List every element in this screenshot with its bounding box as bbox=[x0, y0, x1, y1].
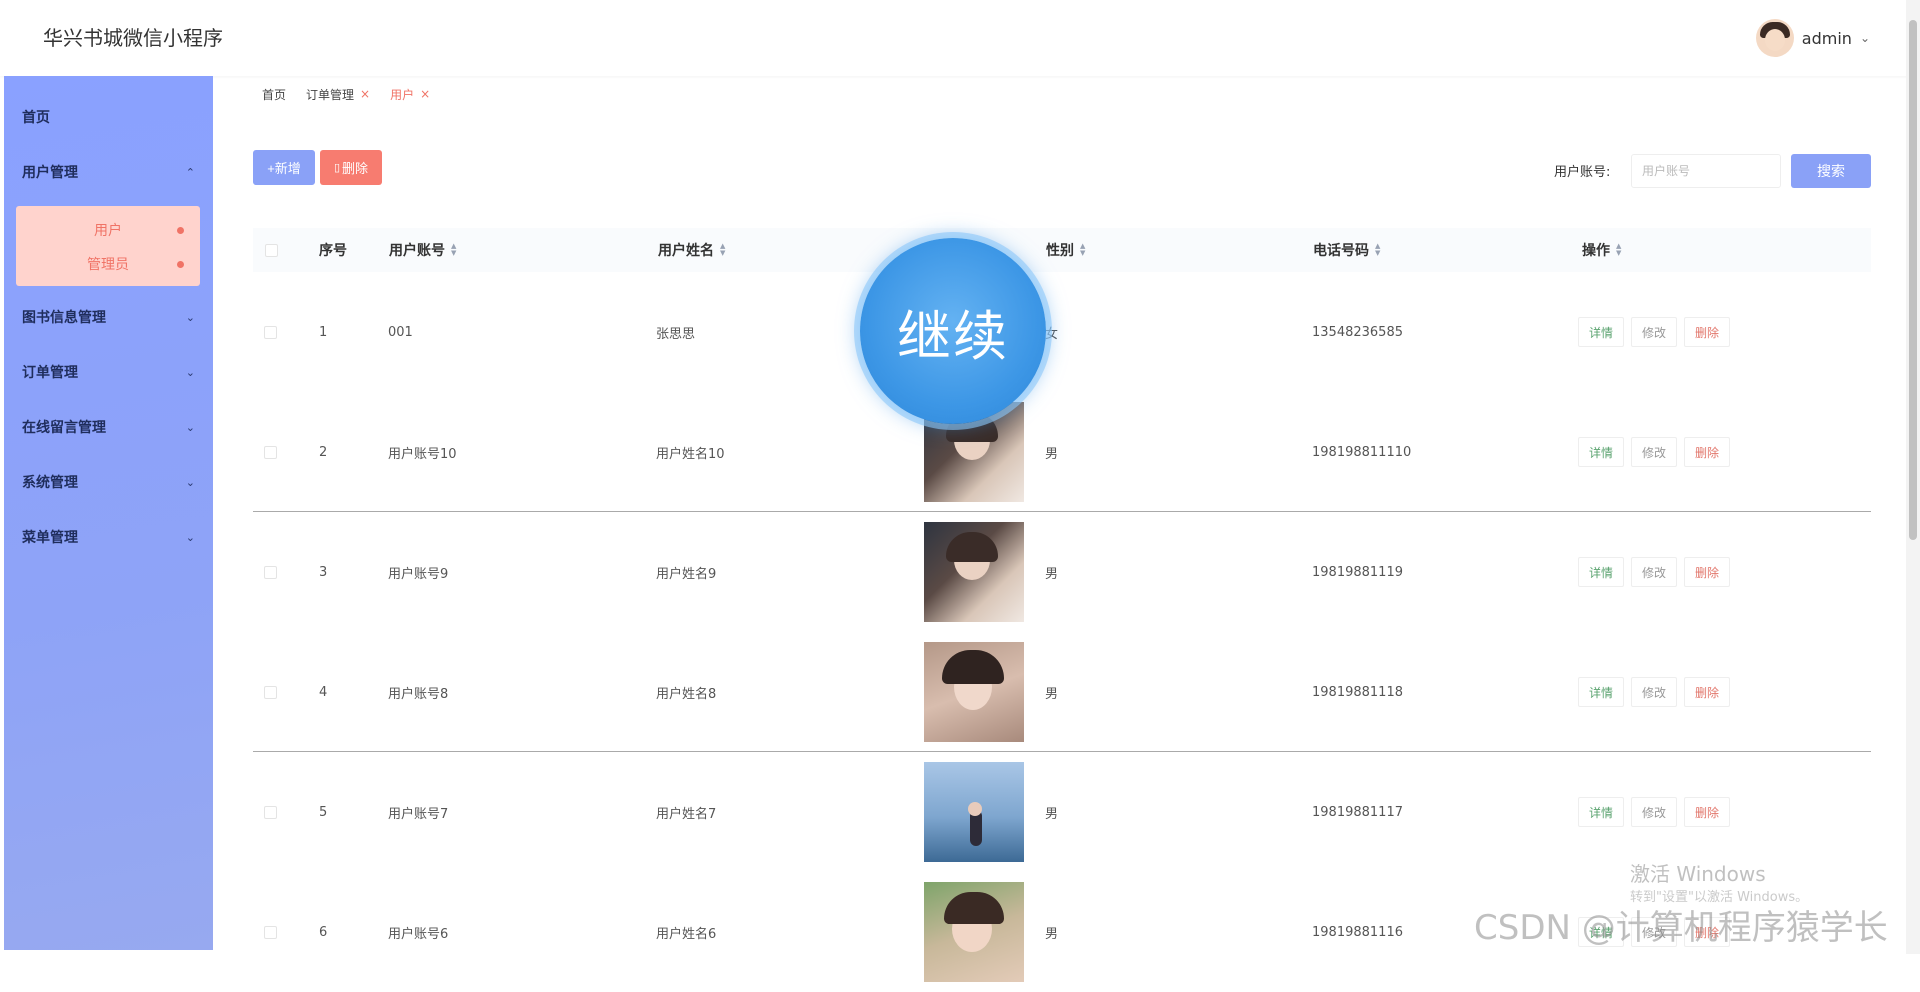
tab-home[interactable]: 首页 bbox=[262, 86, 286, 103]
table-header: 序号 用户账号▲▼ 用户姓名▲▼ 头像▲▼ 性别▲▼ 电话号码▲▼ 操作▲▼ bbox=[253, 228, 1871, 272]
sort-icon[interactable]: ▲▼ bbox=[720, 243, 725, 257]
edit-button[interactable]: 修改 bbox=[1631, 557, 1678, 587]
header-gender[interactable]: 性别 ▲ ▼ bbox=[1046, 228, 1085, 272]
avatar bbox=[1755, 19, 1794, 57]
detail-button[interactable]: 详情 bbox=[1578, 317, 1625, 347]
edit-button[interactable]: 修改 bbox=[1631, 677, 1678, 707]
username: admin bbox=[1801, 28, 1852, 48]
sort-icon[interactable]: ▲▼ bbox=[1375, 243, 1380, 257]
sidebar-item-system-management[interactable]: 系统管理 ⌄ bbox=[22, 467, 195, 497]
sidebar-item-menu-management[interactable]: 菜单管理 ⌄ bbox=[22, 522, 195, 552]
windows-activation-watermark: 激活 Windows bbox=[1630, 862, 1766, 886]
delete-button[interactable]: ▯ 删除 bbox=[320, 150, 382, 185]
close-icon[interactable]: × bbox=[420, 87, 430, 101]
chevron-down-icon: ⌄ bbox=[185, 365, 195, 379]
chevron-down-icon: ⌄ bbox=[185, 530, 195, 544]
search-label: 用户账号: bbox=[1554, 165, 1611, 180]
header-name[interactable]: 用户姓名 ▲ ▼ bbox=[658, 228, 725, 272]
sort-icon[interactable]: ▲▼ bbox=[451, 243, 456, 257]
table-row: 2 用户账号10 用户姓名10 男 198198811110 详情 修改 删除 bbox=[253, 392, 1871, 512]
table-row: 1 001 张思思 女 13548236585 详情 修改 删除 bbox=[253, 272, 1871, 392]
table-row: 4 用户账号8 用户姓名8 男 19819881118 详情 修改 删除 bbox=[253, 632, 1871, 752]
submenu-item-user[interactable]: 用户 bbox=[16, 214, 200, 246]
tab-bar: 首页 订单管理 × 用户 × bbox=[262, 84, 430, 104]
detail-button[interactable]: 详情 bbox=[1578, 557, 1625, 587]
sidebar-item-message-management[interactable]: 在线留言管理 ⌄ bbox=[22, 412, 195, 442]
delete-row-button[interactable]: 删除 bbox=[1684, 317, 1731, 347]
edit-button[interactable]: 修改 bbox=[1631, 437, 1678, 467]
chevron-down-icon: ⌄ bbox=[185, 420, 195, 434]
user-table: 序号 用户账号▲▼ 用户姓名▲▼ 头像▲▼ 性别▲▼ 电话号码▲▼ 操作▲▼ 1… bbox=[253, 228, 1871, 982]
header-actions[interactable]: 操作 ▲ ▼ bbox=[1582, 228, 1621, 272]
row-checkbox[interactable] bbox=[264, 805, 277, 819]
tab-order-management[interactable]: 订单管理 × bbox=[306, 86, 370, 103]
row-checkbox[interactable] bbox=[264, 325, 277, 339]
avatar-photo bbox=[924, 762, 1024, 862]
detail-button[interactable]: 详情 bbox=[1578, 797, 1625, 827]
chevron-down-icon: ⌄ bbox=[185, 475, 195, 489]
dot-icon bbox=[177, 261, 184, 268]
sort-icon[interactable]: ▲▼ bbox=[1080, 243, 1085, 257]
search-button[interactable]: 搜索 bbox=[1791, 154, 1871, 188]
sidebar-item-order-management[interactable]: 订单管理 ⌄ bbox=[22, 357, 195, 387]
user-menu[interactable]: admin ⌄ bbox=[1755, 19, 1870, 57]
sort-icon[interactable]: ▲▼ bbox=[1616, 243, 1621, 257]
table-row: 3 用户账号9 用户姓名9 男 19819881119 详情 修改 删除 bbox=[253, 512, 1871, 632]
header-account[interactable]: 用户账号 ▲ ▼ bbox=[389, 228, 456, 272]
detail-button[interactable]: 详情 bbox=[1578, 677, 1625, 707]
chevron-down-icon: ⌄ bbox=[185, 310, 195, 324]
row-checkbox[interactable] bbox=[264, 685, 277, 699]
row-checkbox[interactable] bbox=[264, 925, 277, 939]
row-checkbox[interactable] bbox=[264, 445, 277, 459]
trash-icon: ▯ bbox=[333, 162, 341, 174]
edit-button[interactable]: 修改 bbox=[1631, 317, 1678, 347]
close-icon[interactable]: × bbox=[360, 87, 370, 101]
add-button[interactable]: +新增 bbox=[253, 150, 315, 185]
continue-overlay-button[interactable]: 继续 bbox=[860, 238, 1046, 424]
sidebar-item-user-management[interactable]: 用户管理 ⌃ bbox=[22, 157, 195, 187]
avatar-photo bbox=[924, 642, 1024, 742]
dot-icon bbox=[177, 227, 184, 234]
delete-row-button[interactable]: 删除 bbox=[1684, 677, 1731, 707]
sidebar-item-book-management[interactable]: 图书信息管理 ⌄ bbox=[22, 302, 195, 332]
sidebar-item-home[interactable]: 首页 bbox=[22, 102, 195, 132]
scrollbar-thumb[interactable] bbox=[1909, 20, 1917, 540]
chevron-down-icon: ⌄ bbox=[1859, 31, 1870, 45]
select-all-checkbox[interactable] bbox=[265, 228, 278, 272]
search-input[interactable] bbox=[1631, 154, 1781, 188]
tab-user[interactable]: 用户 × bbox=[390, 86, 430, 103]
delete-row-button[interactable]: 删除 bbox=[1684, 797, 1731, 827]
delete-row-button[interactable]: 删除 bbox=[1684, 437, 1731, 467]
app-title: 华兴书城微信小程序 bbox=[43, 26, 223, 50]
vertical-scrollbar[interactable] bbox=[1906, 0, 1920, 954]
csdn-watermark: CSDN @计算机程序猿学长 bbox=[1474, 908, 1888, 948]
edit-button[interactable]: 修改 bbox=[1631, 797, 1678, 827]
top-bar: 华兴书城微信小程序 admin ⌄ bbox=[0, 0, 1920, 76]
header-no: 序号 bbox=[319, 243, 347, 259]
chevron-up-icon: ⌃ bbox=[185, 165, 195, 179]
avatar-photo bbox=[924, 522, 1024, 622]
submenu-item-admin[interactable]: 管理员 bbox=[16, 248, 200, 280]
row-checkbox[interactable] bbox=[264, 565, 277, 579]
header-phone[interactable]: 电话号码 ▲ ▼ bbox=[1313, 228, 1380, 272]
avatar-photo bbox=[924, 882, 1024, 982]
table-row: 5 用户账号7 用户姓名7 男 19819881117 详情 修改 删除 bbox=[253, 752, 1871, 872]
detail-button[interactable]: 详情 bbox=[1578, 437, 1625, 467]
sidebar: 首页 用户管理 ⌃ 用户 管理员 图书信息管理 ⌄ 订单管理 ⌄ 在线留言管理 … bbox=[4, 76, 213, 950]
delete-row-button[interactable]: 删除 bbox=[1684, 557, 1731, 587]
submenu-user-management: 用户 管理员 bbox=[16, 206, 200, 286]
